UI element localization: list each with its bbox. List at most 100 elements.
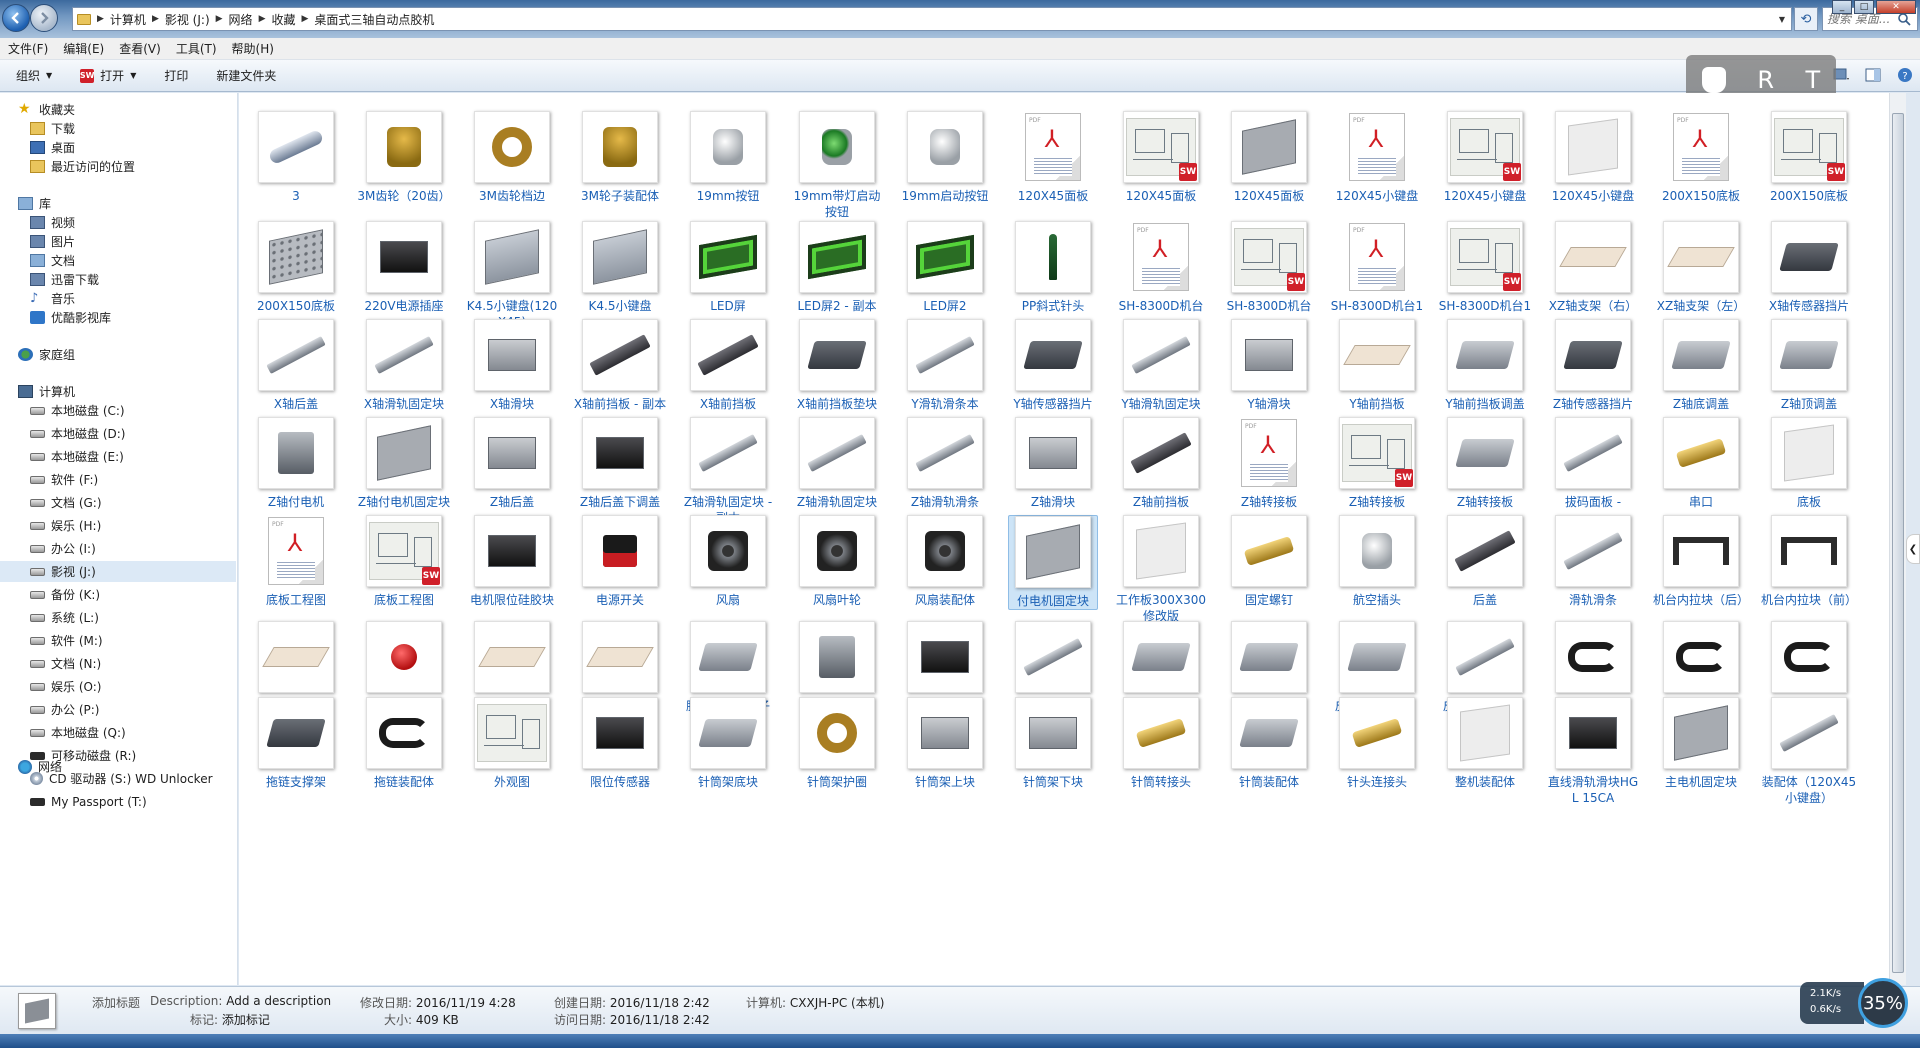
file-item[interactable]: 针头连接头	[1332, 697, 1422, 790]
file-item[interactable]: X轴滑轨固定块	[359, 319, 449, 412]
file-item[interactable]: 串口	[1656, 417, 1746, 510]
hand-icon[interactable]	[1701, 67, 1726, 93]
file-item[interactable]: 针筒架底块	[683, 697, 773, 790]
file-item[interactable]: PDF ⅄ 200X150底板	[1656, 111, 1746, 204]
address-path[interactable]: ▶ 计算机 ▶ 影视 (J:) ▶ 网络 ▶ 收藏 ▶ 桌面式三轴自动点胶机 ▼	[72, 7, 1792, 31]
nav-drive[interactable]: 办公 (P:)	[30, 699, 99, 720]
chevron-down-icon[interactable]: ▼	[1773, 8, 1791, 30]
file-item[interactable]: 3M齿轮档边	[467, 111, 557, 204]
menu-file[interactable]: 文件(F)	[8, 40, 48, 57]
chevron-right-icon[interactable]: ▶	[216, 14, 223, 24]
file-item[interactable]: 风扇叶轮	[792, 515, 882, 608]
file-item[interactable]: Y轴前挡板调盖	[1440, 319, 1530, 412]
nav-music[interactable]: ♪ 音乐	[30, 288, 75, 309]
file-item[interactable]: 针筒架下块	[1008, 697, 1098, 790]
file-item[interactable]: 付电机固定块	[1008, 515, 1098, 610]
file-item[interactable]: X轴后盖	[251, 319, 341, 412]
title-field[interactable]: 添加标题	[92, 994, 140, 1011]
file-item[interactable]: SW 底板工程图	[359, 515, 449, 608]
file-item[interactable]: 机台内拉块（后）	[1653, 515, 1749, 608]
nav-drive[interactable]: 文档 (N:)	[30, 653, 101, 674]
open-button[interactable]: SW 打开 ▼	[80, 67, 136, 84]
file-item[interactable]: X轴前挡板 - 副本	[574, 319, 666, 412]
file-item[interactable]: Y滑轨滑条本	[900, 319, 990, 412]
file-item[interactable]: 19mm带灯启动按钮	[792, 111, 882, 220]
file-item[interactable]: Y轴滑块	[1224, 319, 1314, 412]
file-item[interactable]: PDF ⅄ Z轴转接板	[1224, 417, 1314, 510]
help-icon[interactable]: ?	[1896, 66, 1914, 84]
file-item[interactable]: PDF ⅄ SH-8300D机台1	[1331, 221, 1423, 314]
file-item[interactable]: SW SH-8300D机台	[1224, 221, 1314, 314]
file-item[interactable]: XZ轴支架（右）	[1548, 221, 1638, 314]
nav-recent-places[interactable]: 最近访问的位置	[30, 156, 135, 177]
file-item[interactable]: SW 200X150底板	[1764, 111, 1854, 204]
file-item[interactable]: SW 120X45面板	[1116, 111, 1206, 204]
t-tool-button[interactable]: T	[1806, 66, 1821, 94]
file-item[interactable]: 200X150底板	[251, 221, 341, 314]
file-item[interactable]: 拔码面板 -	[1548, 417, 1638, 510]
menu-help[interactable]: 帮助(H)	[232, 40, 274, 57]
search-input[interactable]	[1827, 12, 1897, 26]
new-folder-button[interactable]: 新建文件夹	[216, 67, 276, 84]
nav-drive[interactable]: 系统 (L:)	[30, 607, 99, 628]
file-item[interactable]: 滑轨滑条	[1548, 515, 1638, 608]
forward-button[interactable]	[30, 4, 58, 32]
file-item[interactable]: 外观图	[467, 697, 557, 790]
file-item[interactable]: X轴传感器挡片	[1764, 221, 1854, 314]
nav-network[interactable]: 网络	[18, 756, 62, 777]
nav-drive[interactable]: 备份 (K:)	[30, 584, 100, 605]
file-item[interactable]: PDF ⅄ SH-8300D机台	[1116, 221, 1206, 314]
file-item[interactable]: Z轴后盖	[467, 417, 557, 510]
nav-drive[interactable]: 娱乐 (H:)	[30, 515, 101, 536]
breadcrumb-item[interactable]: 桌面式三轴自动点胶机	[314, 11, 434, 28]
menu-view[interactable]: 查看(V)	[119, 40, 161, 57]
file-item[interactable]: 固定螺钉	[1224, 515, 1314, 608]
back-button[interactable]	[2, 4, 30, 32]
file-item[interactable]: 拖链装配体	[359, 697, 449, 790]
file-item[interactable]: 120X45面板	[1224, 111, 1314, 204]
file-item[interactable]: Z轴滑轨固定块	[792, 417, 882, 510]
r-tool-button[interactable]: R	[1757, 66, 1774, 94]
file-item[interactable]: Z轴滑轨固定块 - 副本	[683, 417, 773, 526]
file-item[interactable]: Y轴传感器挡片	[1008, 319, 1098, 412]
file-item[interactable]: 工作板300X300修改版	[1116, 515, 1206, 624]
chevron-left-icon[interactable]: ❮	[1906, 534, 1920, 564]
file-item[interactable]: 针筒转接头	[1116, 697, 1206, 790]
file-item[interactable]: SW Z轴转接板	[1332, 417, 1422, 510]
tags-field[interactable]: 标记: 添加标记	[190, 1011, 270, 1028]
file-item[interactable]: 后盖	[1440, 515, 1530, 608]
close-button[interactable]: ✕	[1876, 0, 1916, 14]
file-item[interactable]: LED屏	[683, 221, 773, 314]
nav-drive[interactable]: 文档 (G:)	[30, 492, 102, 513]
file-item[interactable]: K4.5小键盘(120X45)	[467, 221, 557, 330]
file-item[interactable]: PP斜式针头	[1008, 221, 1098, 314]
file-item[interactable]: K4.5小键盘	[575, 221, 665, 314]
file-item[interactable]: 主电机固定块	[1656, 697, 1746, 790]
nav-drive[interactable]: 软件 (F:)	[30, 469, 98, 490]
file-item[interactable]: PDF ⅄ 120X45面板	[1008, 111, 1098, 204]
print-button[interactable]: 打印	[164, 67, 188, 84]
file-item[interactable]: 120X45小键盘	[1548, 111, 1638, 204]
file-item[interactable]: 针筒架护圈	[792, 697, 882, 790]
nav-desktop[interactable]: 桌面	[30, 137, 75, 158]
menu-edit[interactable]: 编辑(E)	[63, 40, 104, 57]
breadcrumb-item[interactable]: 收藏	[271, 11, 295, 28]
network-speed-widget[interactable]: 2.1K/s 0.6K/s 35%	[1800, 976, 1912, 1036]
preview-pane-icon[interactable]	[1864, 66, 1882, 84]
file-item[interactable]: Z轴付电机	[251, 417, 341, 510]
nav-drive[interactable]: 影视 (J:)	[0, 561, 236, 582]
nav-drive[interactable]: 本地磁盘 (E:)	[30, 446, 124, 467]
chevron-right-icon[interactable]: ▶	[302, 14, 309, 24]
file-item[interactable]: Z轴转接板	[1440, 417, 1530, 510]
file-item[interactable]: LED屏2 - 副本	[792, 221, 882, 314]
file-item[interactable]: SW SH-8300D机台1	[1439, 221, 1531, 314]
file-item[interactable]: Z轴底调盖	[1656, 319, 1746, 412]
file-item[interactable]: Z轴传感器挡片	[1548, 319, 1638, 412]
nav-drive[interactable]: 软件 (M:)	[30, 630, 103, 651]
minimize-button[interactable]: _	[1832, 0, 1852, 14]
file-item[interactable]: XZ轴支架（左）	[1656, 221, 1746, 314]
vertical-scrollbar[interactable]	[1889, 93, 1906, 985]
file-item[interactable]: 针筒架上块	[900, 697, 990, 790]
file-item[interactable]: Z轴前挡板	[1116, 417, 1206, 510]
maximize-button[interactable]: □	[1854, 0, 1874, 14]
